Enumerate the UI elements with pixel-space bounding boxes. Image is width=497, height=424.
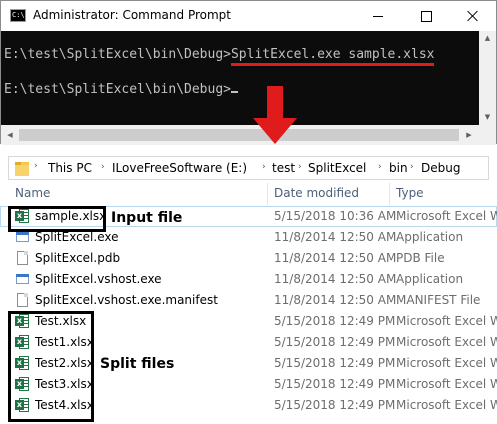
close-icon <box>467 10 479 22</box>
column-divider[interactable] <box>267 183 268 205</box>
file-date-modified: 5/15/2018 12:49 PM <box>274 314 396 328</box>
chevron-right-icon[interactable]: › <box>410 162 414 172</box>
console-output[interactable]: E:\test\SplitExcel\bin\Debug>SplitExcel.… <box>1 31 479 123</box>
file-date-modified: 5/15/2018 12:49 PM <box>274 377 396 391</box>
file-date-modified: 5/15/2018 12:49 PM <box>274 398 396 412</box>
scrollbar-thumb[interactable] <box>19 129 459 141</box>
file-row[interactable]: SplitExcel.vshost.exe 11/8/2014 12:50 AM A… <box>0 269 497 290</box>
split-files-highlight-box <box>8 311 94 422</box>
breadcrumb-splitexcel[interactable]: SplitExcel <box>308 161 366 175</box>
breadcrumb-bin[interactable]: bin <box>389 161 408 175</box>
column-name[interactable]: Name <box>15 186 50 200</box>
column-divider[interactable] <box>389 183 390 205</box>
chevron-right-icon[interactable]: › <box>34 161 42 171</box>
chevron-right-icon[interactable]: › <box>378 162 382 172</box>
file-name: SplitExcel.vshost.exe.manifest <box>35 293 218 307</box>
file-date-modified: 11/8/2014 12:50 AM <box>274 293 397 307</box>
file-explorer: › This PC › ILoveFreeSoftware (E:) › tes… <box>0 148 497 424</box>
scroll-down-icon[interactable]: ▼ <box>479 110 496 125</box>
file-type: MANIFEST File <box>396 293 481 307</box>
file-name: SplitExcel.exe <box>35 230 119 244</box>
file-type: Microsoft Excel Worksheet <box>396 209 497 223</box>
window-title: Administrator: Command Prompt <box>33 8 231 22</box>
file-type: Microsoft Excel Worksheet <box>396 356 497 370</box>
scroll-left-icon[interactable]: ◀ <box>3 128 17 142</box>
column-date-modified[interactable]: Date modified <box>274 186 359 200</box>
split-files-label: Split files <box>100 356 175 372</box>
chevron-right-icon[interactable]: › <box>298 162 302 172</box>
minimize-button[interactable] <box>355 1 401 31</box>
file-date-modified: 5/15/2018 10:36 AM <box>274 209 397 223</box>
file-date-modified: 5/15/2018 12:49 PM <box>274 335 396 349</box>
input-file-highlight-box <box>8 206 106 232</box>
file-name: SplitExcel.vshost.exe <box>35 272 162 286</box>
scroll-up-icon[interactable]: ▲ <box>479 31 496 46</box>
chevron-right-icon[interactable]: › <box>101 162 105 172</box>
file-type: Microsoft Excel Worksheet <box>396 335 497 349</box>
console-line-1: E:\test\SplitExcel\bin\Debug>SplitExcel.… <box>4 47 435 66</box>
file-date-modified: 11/8/2014 12:50 AM <box>274 251 397 265</box>
file-date-modified: 5/15/2018 12:49 PM <box>274 356 396 370</box>
close-button[interactable] <box>450 1 496 31</box>
breadcrumb-drive[interactable]: ILoveFreeSoftware (E:) <box>112 161 247 175</box>
breadcrumb-this-pc[interactable]: This PC <box>48 161 92 175</box>
file-type: Application <box>396 272 464 286</box>
column-type[interactable]: Type <box>396 186 424 200</box>
red-down-arrow-icon <box>253 86 297 144</box>
maximize-button[interactable] <box>403 1 449 31</box>
file-row[interactable]: SplitExcel.pdb 11/8/2014 12:50 AM PDB File <box>0 248 497 269</box>
file-name: SplitExcel.pdb <box>35 251 121 265</box>
prompt-text: E:\test\SplitExcel\bin\Debug> <box>4 47 231 62</box>
exe-icon <box>15 271 30 287</box>
address-bar[interactable]: › This PC › ILoveFreeSoftware (E:) › tes… <box>8 156 489 180</box>
file-type: Application <box>396 230 464 244</box>
folder-icon <box>15 162 29 176</box>
file-type: Microsoft Excel Worksheet <box>396 314 497 328</box>
file-type: Microsoft Excel Worksheet <box>396 377 497 391</box>
file-type: PDB File <box>396 251 445 265</box>
file-type: Microsoft Excel Worksheet <box>396 398 497 412</box>
command-prompt-icon: C:\ <box>10 9 26 22</box>
breadcrumb-debug[interactable]: Debug <box>421 161 460 175</box>
vertical-scrollbar[interactable]: ▲ ▼ <box>479 31 496 125</box>
scroll-right-icon[interactable]: ▶ <box>462 128 476 142</box>
title-bar[interactable]: C:\ Administrator: Command Prompt <box>1 1 496 31</box>
text-cursor <box>230 91 238 93</box>
file-icon <box>15 292 30 308</box>
chevron-right-icon[interactable]: › <box>262 162 266 172</box>
minimize-icon <box>373 15 383 17</box>
console-line-2: E:\test\SplitExcel\bin\Debug> <box>4 82 238 97</box>
file-date-modified: 11/8/2014 12:50 AM <box>274 272 397 286</box>
prompt-text: E:\test\SplitExcel\bin\Debug> <box>4 82 231 97</box>
maximize-icon <box>420 10 432 22</box>
command-prompt-window: C:\ Administrator: Command Prompt E:\tes… <box>0 0 497 145</box>
column-headers: Name Date modified Type <box>0 182 497 206</box>
file-icon <box>15 250 30 266</box>
file-row[interactable]: SplitExcel.vshost.exe.manifest 11/8/2014 … <box>0 290 497 311</box>
typed-command: SplitExcel.exe sample.xlsx <box>230 47 435 66</box>
file-date-modified: 11/8/2014 12:50 AM <box>274 230 397 244</box>
breadcrumb-test[interactable]: test <box>272 161 295 175</box>
horizontal-scrollbar[interactable]: ◀ ▶ <box>1 125 496 145</box>
input-file-label: Input file <box>111 210 183 226</box>
